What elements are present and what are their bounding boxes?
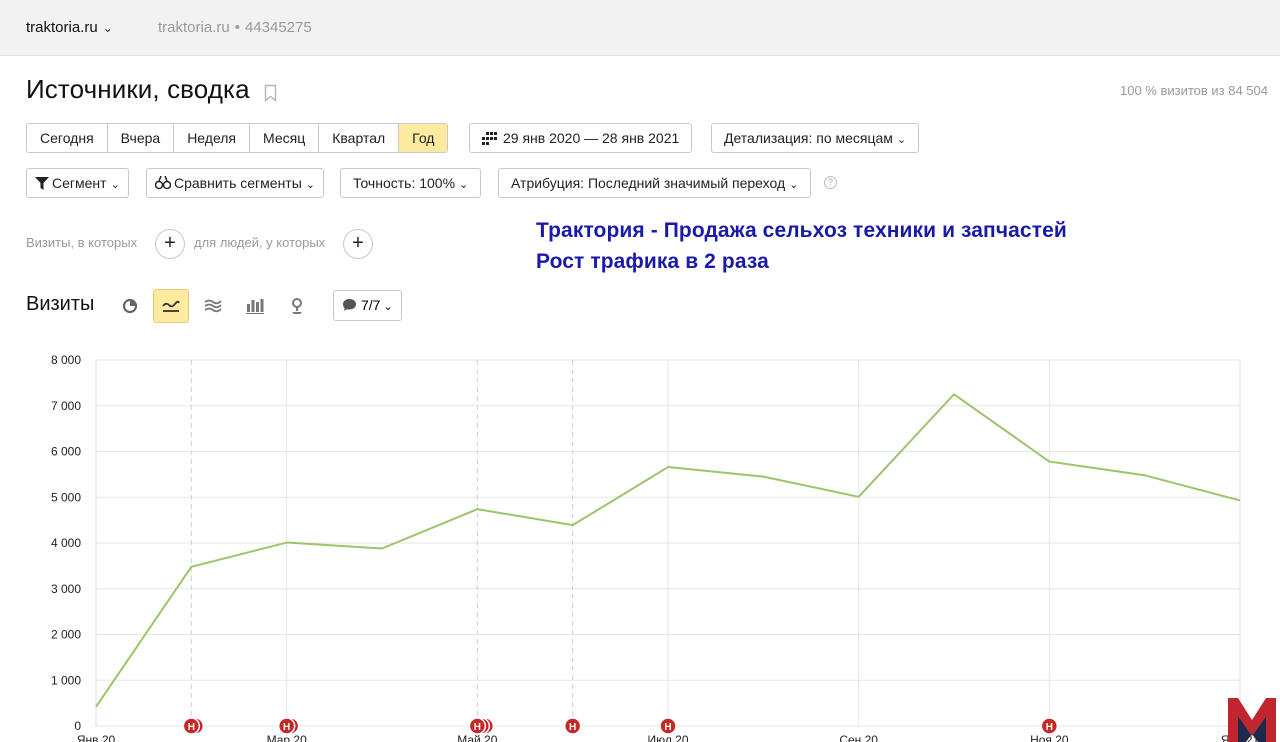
x-tick-label: Сен 20 — [839, 733, 878, 742]
attribution-label: Атрибуция: Последний значимый переход — [511, 175, 786, 191]
note-marker-label: Н — [1046, 722, 1053, 733]
chevron-down-icon: ⌄ — [102, 21, 113, 35]
accuracy-select[interactable]: Точность: 100% ⌄ — [340, 168, 482, 198]
tab-quarter[interactable]: Квартал — [319, 124, 400, 152]
tab-week[interactable]: Неделя — [174, 124, 251, 152]
people-filter-label: для людей, у которых — [194, 235, 326, 250]
y-tick-label: 6 000 — [51, 445, 81, 459]
detail-select[interactable]: Детализация: по месяцам ⌄ — [711, 123, 920, 153]
pie-chart-icon — [122, 298, 138, 314]
y-tick-label: 5 000 — [51, 490, 81, 504]
chevron-down-icon: ⌄ — [305, 179, 315, 191]
filter-icon — [35, 177, 49, 190]
chevron-down-icon: ⌄ — [789, 179, 799, 191]
chart-type-bar[interactable] — [237, 289, 273, 323]
chevron-down-icon: ⌄ — [896, 134, 907, 146]
bookmark-icon[interactable] — [264, 84, 277, 102]
chevron-down-icon: ⌄ — [110, 179, 120, 191]
note-marker-label: Н — [569, 722, 576, 733]
date-range-button[interactable]: 29 янв 2020 — 28 янв 2021 — [469, 123, 693, 153]
attribution-select[interactable]: Атрибуция: Последний значимый переход ⌄ — [498, 168, 812, 198]
tab-today[interactable]: Сегодня — [27, 124, 108, 152]
map-icon — [292, 298, 302, 314]
detail-label: Детализация: по месяцам — [724, 130, 893, 146]
annotation-line-1: Трактория - Продажа сельхоз техники и за… — [536, 219, 1067, 242]
y-tick-label: 2 000 — [51, 628, 81, 642]
chart-type-line[interactable] — [153, 289, 189, 323]
visits-line-chart: 0 1 000 2 000 3 000 4 000 5 000 6 000 7 000 8 00… — [51, 353, 1260, 742]
period-tabs: Сегодня Вчера Неделя Месяц Квартал Год — [26, 123, 449, 153]
site-meta: traktoria.ru • 44345275 — [158, 19, 312, 36]
notes-button[interactable]: 7/7 ⌄ — [333, 290, 402, 321]
help-icon[interactable]: ? — [824, 176, 837, 189]
comment-icon — [343, 299, 356, 311]
visits-filter-label: Визиты, в которых — [26, 235, 138, 250]
top-bar: traktoria.ru ⌄ traktoria.ru • 44345275 — [0, 0, 1280, 56]
site-selector[interactable]: traktoria.ru ⌄ — [26, 19, 113, 36]
tab-yesterday[interactable]: Вчера — [107, 124, 175, 152]
segment-label: Сегмент — [52, 175, 107, 191]
y-tick-label: 7 000 — [51, 399, 81, 413]
brand-logo — [1228, 698, 1276, 742]
chart-type-area[interactable] — [195, 289, 231, 323]
site-name: traktoria.ru — [26, 19, 98, 36]
compare-icon — [154, 175, 172, 190]
y-tick-label: 8 000 — [51, 353, 81, 367]
notes-count: 7/7 — [361, 297, 381, 313]
compare-segments-button[interactable]: Сравнить сегменты ⌄ — [146, 168, 324, 198]
bar-chart-icon — [246, 299, 264, 314]
y-tick-label: 3 000 — [51, 582, 81, 596]
page-title: Источники, сводка — [26, 74, 250, 104]
separator-dot: • — [234, 19, 240, 36]
visits-share: 100 % визитов из 84 504 — [1119, 83, 1268, 98]
date-range-label: 29 янв 2020 — 28 янв 2021 — [503, 130, 680, 146]
tab-month[interactable]: Месяц — [250, 124, 320, 152]
counter-id: 44345275 — [244, 19, 312, 36]
y-tick-label: 4 000 — [51, 536, 81, 550]
tab-year[interactable]: Год — [399, 124, 448, 152]
line-chart-icon — [162, 300, 180, 312]
area-chart-icon — [204, 299, 222, 313]
site-meta-name: traktoria.ru — [158, 19, 230, 36]
note-marker-label: Н — [474, 722, 481, 733]
note-marker-label: Н — [664, 722, 671, 733]
note-marker-label: Н — [188, 722, 195, 733]
y-tick-label: 0 — [74, 719, 81, 733]
widget-title: Визиты — [26, 293, 95, 315]
note-marker-label: Н — [283, 722, 290, 733]
segment-button[interactable]: Сегмент ⌄ — [26, 168, 129, 198]
add-people-condition-button[interactable]: + — [343, 229, 373, 259]
chevron-down-icon: ⌄ — [459, 179, 469, 191]
add-visits-condition-button[interactable]: + — [155, 229, 185, 259]
chart-type-map[interactable] — [279, 289, 315, 323]
calendar-icon — [482, 132, 497, 145]
annotation-line-2: Рост трафика в 2 раза — [536, 250, 769, 273]
accuracy-label: Точность: 100% — [353, 175, 456, 191]
y-tick-label: 1 000 — [51, 673, 81, 687]
x-tick-label: Янв 20 — [77, 733, 116, 742]
compare-label: Сравнить сегменты — [174, 175, 302, 191]
chevron-down-icon: ⌄ — [383, 301, 393, 313]
chart-type-pie[interactable] — [112, 289, 148, 323]
